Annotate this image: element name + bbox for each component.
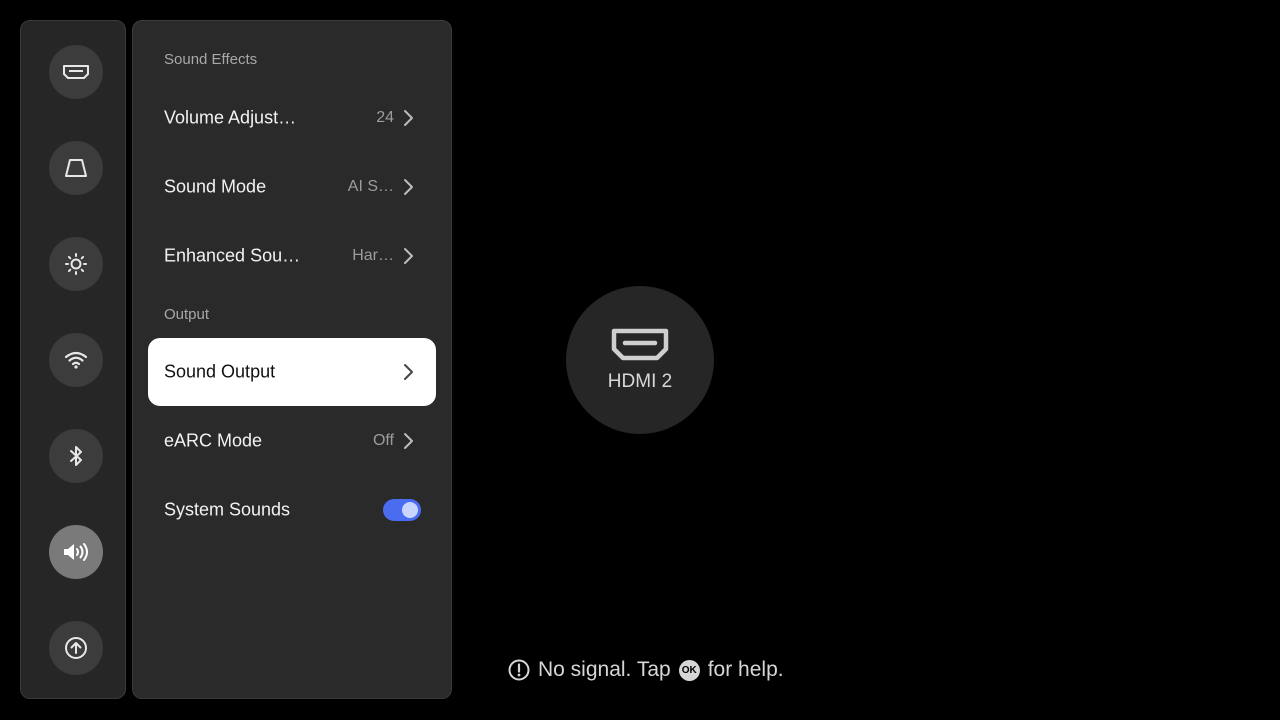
toggle-knob <box>402 502 418 518</box>
brightness-icon <box>65 253 87 275</box>
row-value: Off <box>372 432 394 449</box>
system-sounds-toggle[interactable] <box>383 499 421 521</box>
alert-icon <box>508 659 530 681</box>
row-label: Enhanced Sou… <box>164 245 301 266</box>
chevron-right-icon <box>404 179 413 195</box>
update-button[interactable] <box>49 621 103 675</box>
volume-icon <box>64 543 88 561</box>
input-source-indicator: HDMI 2 <box>566 286 714 434</box>
keystone-icon <box>65 159 87 177</box>
sound-settings-panel: Sound Effects Volume Adjust… 24 Sound Mo… <box>132 20 452 699</box>
keystone-button[interactable] <box>49 141 103 195</box>
help-text-before: No signal. Tap <box>538 658 671 681</box>
row-label: Sound Mode <box>164 176 267 197</box>
wifi-button[interactable] <box>49 333 103 387</box>
sound-mode-row[interactable]: Sound Mode AI S… <box>148 153 436 221</box>
earc-mode-row[interactable]: eARC Mode Off <box>148 407 436 475</box>
hdmi-icon <box>611 328 669 361</box>
section-header-output: Output <box>164 306 210 323</box>
hdmi-input-icon <box>63 65 89 79</box>
row-label: Volume Adjust… <box>164 107 297 128</box>
chevron-right-icon <box>404 248 413 264</box>
sound-output-row[interactable]: Sound Output <box>148 338 436 406</box>
row-label: System Sounds <box>164 499 291 520</box>
brightness-button[interactable] <box>49 237 103 291</box>
row-value: AI S… <box>347 178 394 195</box>
input-source-label: HDMI 2 <box>607 371 673 392</box>
quick-settings-rail <box>20 20 126 699</box>
bluetooth-button[interactable] <box>49 429 103 483</box>
enhanced-sound-row[interactable]: Enhanced Sou… Har… <box>148 222 436 290</box>
row-label: eARC Mode <box>164 430 263 451</box>
help-text-after: for help. <box>707 658 784 681</box>
row-value: Har… <box>352 247 394 264</box>
chevron-right-icon <box>404 364 413 380</box>
chevron-right-icon <box>404 433 413 449</box>
wifi-icon <box>64 351 88 369</box>
section-header-sound-effects: Sound Effects <box>164 51 258 68</box>
hdmi-input-button[interactable] <box>49 45 103 99</box>
row-value: 24 <box>376 109 394 126</box>
upload-icon <box>65 637 87 659</box>
system-sounds-row[interactable]: System Sounds <box>148 476 436 544</box>
no-signal-message: No signal. Tap OK for help. <box>508 656 784 684</box>
ok-button-icon: OK <box>678 659 700 681</box>
sound-button[interactable] <box>49 525 103 579</box>
row-label: Sound Output <box>164 361 276 382</box>
bluetooth-icon <box>70 446 82 466</box>
volume-adjust-row[interactable]: Volume Adjust… 24 <box>148 84 436 152</box>
chevron-right-icon <box>404 110 413 126</box>
